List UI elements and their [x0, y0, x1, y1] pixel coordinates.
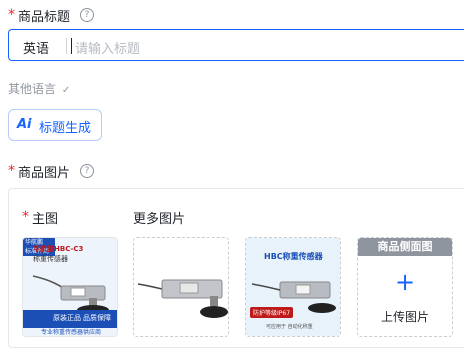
- upload-image-label: 上传图片: [380, 310, 429, 324]
- images-label: 商品图片: [18, 166, 71, 181]
- title-help-icon[interactable]: ?: [80, 8, 94, 22]
- side-view-banner: 商品侧面图: [358, 238, 452, 256]
- thumb1-footer-a: 原装正品: [53, 314, 81, 322]
- language-selector[interactable]: 英语: [23, 38, 49, 57]
- thumb1-bottom-line: 专业称重传感器供应商: [40, 329, 101, 336]
- thumb3-title: HBC称重传感器: [264, 252, 323, 261]
- side-view-upload-slot[interactable]: 商品侧面图 + 上传图片: [357, 237, 453, 337]
- main-image-thumbnail[interactable]: 华航鹏 标准件商 华航鹏HBC-C3 称重传感器 原装正品 品质保障 专业称重传感…: [22, 237, 118, 337]
- images-required-mark: *: [8, 163, 15, 179]
- other-language-label: 其他语言: [8, 82, 57, 96]
- more-image-thumbnail-2[interactable]: HBC称重传感器 防护等级IP67 可应用于 自动化称重: [245, 237, 341, 337]
- thumb3-badge: 防护等级IP67: [250, 307, 294, 318]
- other-language-toggle[interactable]: 其他语言 ✓: [8, 80, 70, 97]
- ai-title-generate-button[interactable]: Ai 标题生成: [8, 109, 102, 141]
- plus-icon: +: [394, 268, 416, 296]
- images-help-icon[interactable]: ?: [80, 164, 94, 178]
- thumb3-note: 可应用于 自动化称重: [266, 324, 313, 330]
- more-image-thumbnail-1[interactable]: [133, 237, 229, 337]
- ai-sparkle-icon: Ai: [17, 117, 32, 132]
- main-image-label: 主图: [32, 212, 59, 227]
- title-input-field[interactable]: 英语 请输入标题: [8, 29, 464, 61]
- thumb1-sub-line: 称重传感器: [33, 255, 68, 263]
- main-image-required-mark: *: [22, 209, 29, 225]
- title-label: 商品标题: [18, 10, 71, 25]
- more-images-label: 更多图片: [133, 212, 186, 227]
- thumb1-footer-b: 品质保障: [83, 314, 111, 322]
- chevron-down-icon: ✓: [61, 85, 71, 96]
- title-input-placeholder[interactable]: 请输入标题: [75, 38, 140, 57]
- title-required-mark: *: [8, 7, 15, 23]
- load-cell-image: [137, 279, 228, 318]
- thumb1-brand-line: 华航鹏HBC-C3: [33, 245, 84, 253]
- input-divider: [66, 38, 67, 54]
- text-caret: [71, 38, 72, 54]
- ai-button-label: 标题生成: [39, 121, 92, 136]
